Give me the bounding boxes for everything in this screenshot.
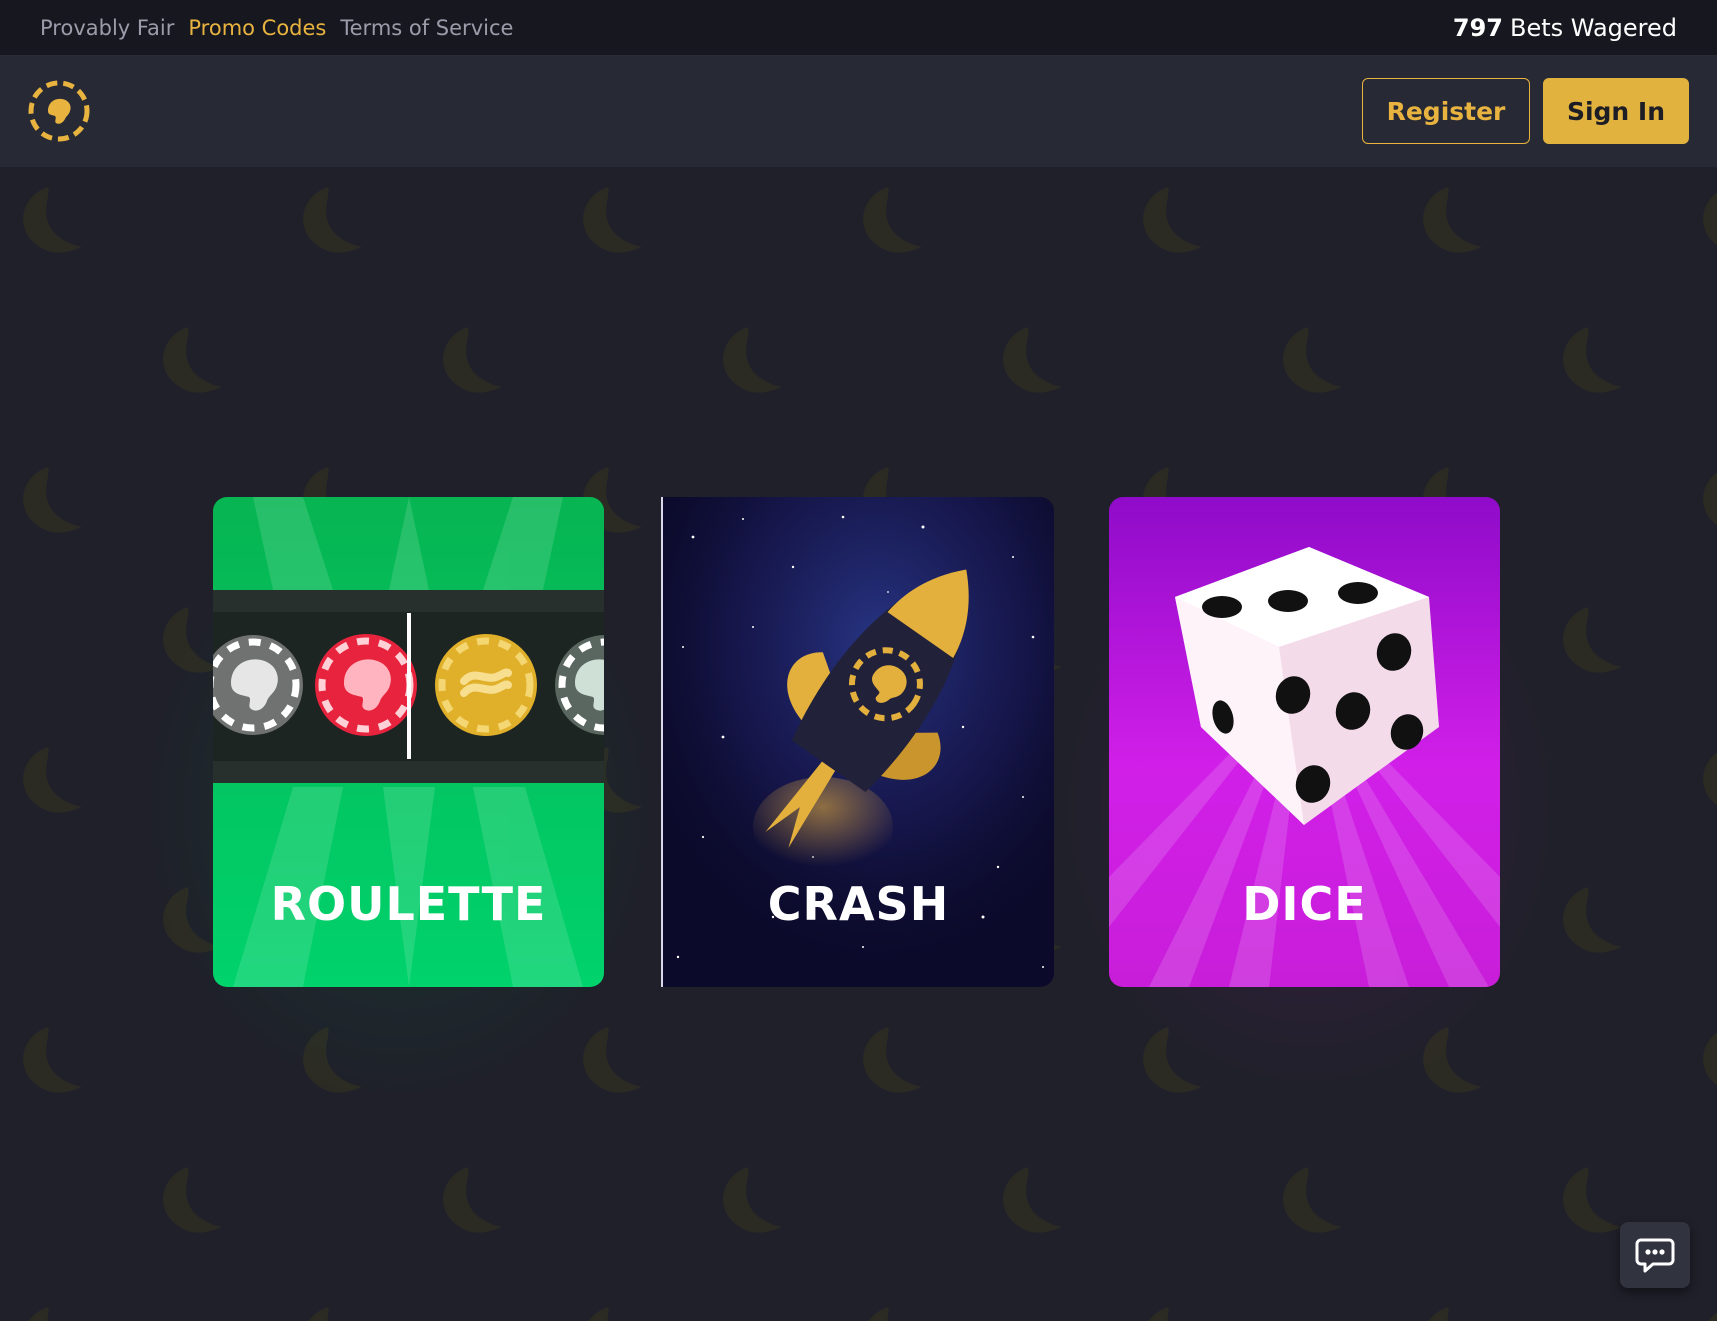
provably-fair-link[interactable]: Provably Fair (40, 16, 174, 40)
crash-title: CRASH (767, 877, 950, 931)
coin-logo-icon[interactable] (26, 78, 92, 144)
dice-game-card[interactable]: DICE (1109, 497, 1500, 987)
chat-button[interactable] (1620, 1222, 1690, 1288)
game-lobby: ROULETTE CRASH DICE (0, 167, 1717, 1321)
bets-wagered-count: 797 (1452, 13, 1503, 42)
roulette-game-card[interactable]: ROULETTE (213, 497, 604, 987)
top-bar: Provably Fair Promo Codes Terms of Servi… (0, 0, 1717, 56)
promo-codes-link[interactable]: Promo Codes (188, 16, 326, 40)
top-links: Provably Fair Promo Codes Terms of Servi… (40, 0, 513, 55)
sign-in-button[interactable]: Sign In (1543, 78, 1689, 144)
register-button[interactable]: Register (1362, 78, 1530, 144)
crash-game-card[interactable]: CRASH (661, 497, 1054, 987)
roulette-title: ROULETTE (270, 877, 547, 931)
terms-of-service-link[interactable]: Terms of Service (340, 16, 513, 40)
chat-bubble-icon (1635, 1238, 1675, 1273)
dice-title: DICE (1242, 877, 1367, 931)
bets-wagered: 797 Bets Wagered (1453, 0, 1677, 55)
bets-wagered-label: Bets Wagered (1509, 13, 1677, 42)
main-header: Register Sign In (0, 56, 1717, 167)
